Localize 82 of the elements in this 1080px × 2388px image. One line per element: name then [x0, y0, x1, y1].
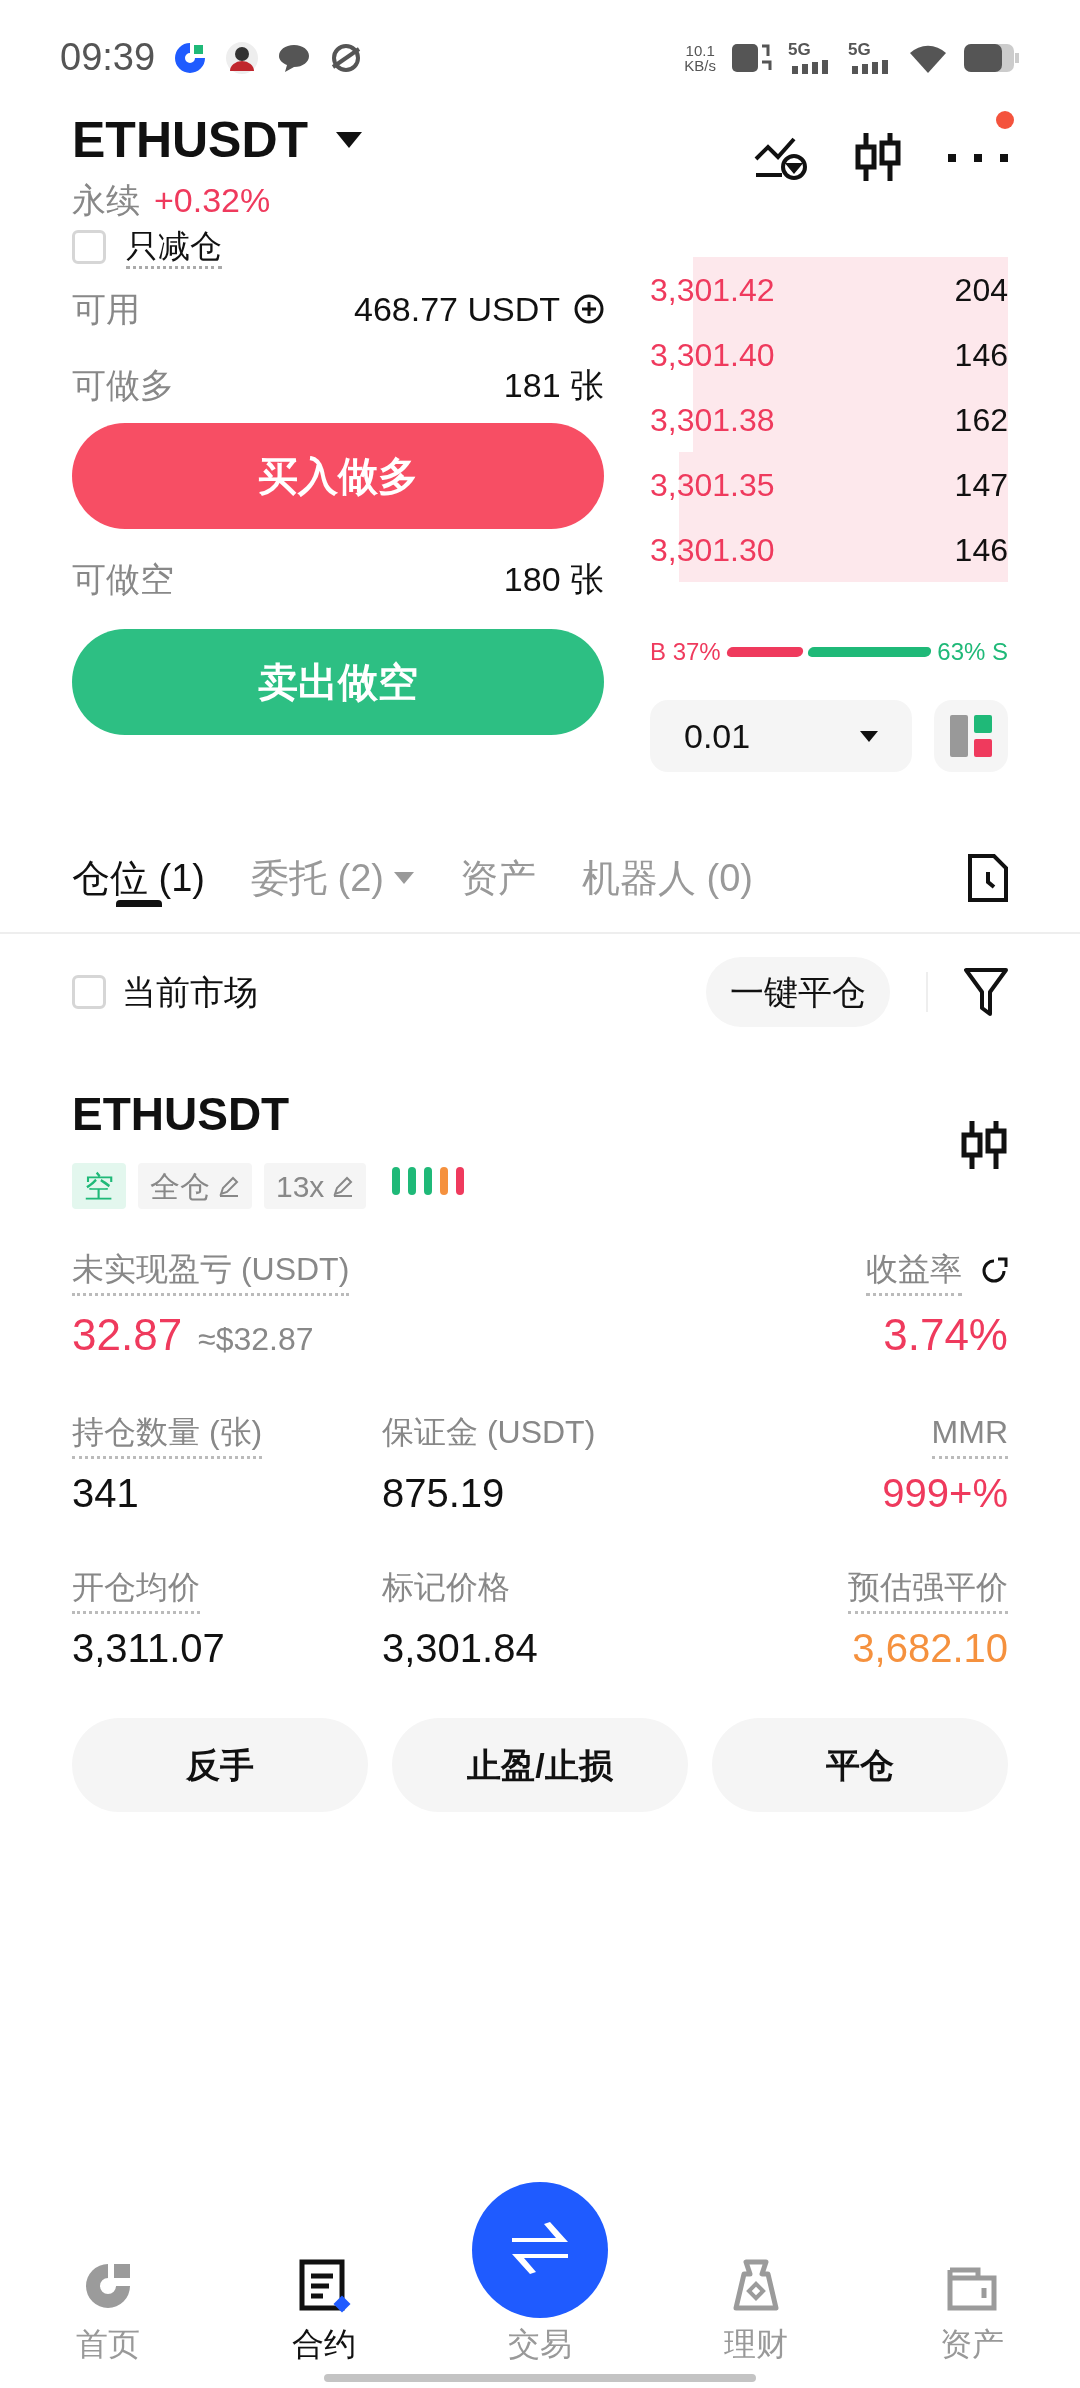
- ask-price[interactable]: 3,301.40: [650, 330, 775, 379]
- symbol-title[interactable]: ETHUSDT: [72, 115, 309, 165]
- ask-price[interactable]: 3,301.30: [650, 525, 775, 574]
- stat-label: MMR: [931, 1408, 1008, 1459]
- pnl-label: 未实现盈亏 (USDT): [72, 1245, 350, 1296]
- stat-value: 999+%: [882, 1470, 1008, 1517]
- network-speed: 10.1: [685, 42, 715, 58]
- stat-label: 预估强平价: [848, 1563, 1008, 1614]
- long-value: 181 张: [503, 364, 604, 406]
- sell-ratio: 63% S: [937, 637, 1008, 667]
- battery-icon: [964, 43, 1020, 72]
- avatar-icon: [225, 40, 260, 75]
- ask-size: 147: [954, 465, 1008, 505]
- available-label: 可用: [72, 288, 140, 330]
- nav-item[interactable]: 资产: [864, 2258, 1080, 2368]
- close-all-button[interactable]: 一键平仓: [706, 957, 890, 1027]
- stat-value: 341: [72, 1470, 139, 1517]
- layout-button[interactable]: [934, 700, 1008, 772]
- reduce-only-checkbox[interactable]: [72, 230, 106, 264]
- current-market-checkbox[interactable]: [72, 975, 106, 1009]
- edit-icon: [332, 1175, 355, 1197]
- tab[interactable]: 机器人 (0): [582, 849, 753, 907]
- pnl-value: 32.87: [72, 1309, 183, 1361]
- ask-size: 162: [954, 400, 1008, 440]
- stat-label: 标记价格: [382, 1568, 510, 1607]
- short-value: 180 张: [503, 558, 604, 600]
- stat-value: 3,311.07: [72, 1625, 225, 1672]
- ask-size: 146: [954, 335, 1008, 375]
- sell-short-button[interactable]: 卖出做空: [72, 629, 604, 735]
- pnl-usd: ≈$32.87: [198, 1320, 314, 1359]
- available-value: 468.77 USDT: [354, 288, 560, 330]
- app-logo-icon: [173, 40, 208, 75]
- precision-dropdown[interactable]: 0.01: [650, 700, 912, 772]
- tab[interactable]: 资产: [460, 849, 536, 907]
- short-label: 可做空: [72, 558, 174, 600]
- history-icon[interactable]: [968, 854, 1008, 902]
- stat-value: 875.19: [382, 1470, 505, 1517]
- stat-value: 3,682.10: [852, 1625, 1008, 1672]
- nav-item[interactable]: 交易: [432, 2182, 648, 2368]
- stat-label: 持仓数量 (张): [72, 1408, 263, 1459]
- price-change: +0.32%: [154, 180, 271, 221]
- contract-type: 永续: [72, 180, 140, 221]
- ask-price[interactable]: 3,301.42: [650, 265, 775, 314]
- ask-price[interactable]: 3,301.35: [650, 460, 775, 509]
- nav-item[interactable]: 合约: [216, 2258, 432, 2368]
- position-action-button[interactable]: 反手: [72, 1718, 368, 1812]
- caret-icon: [860, 730, 878, 742]
- add-icon[interactable]: [574, 294, 604, 324]
- tab-indicator: [115, 899, 162, 907]
- network-type: 5G: [788, 41, 811, 58]
- roe-value: 3.74%: [883, 1309, 1008, 1361]
- side-tag: 空: [72, 1163, 126, 1209]
- tab[interactable]: 仓位 (1): [72, 849, 205, 907]
- nav-item[interactable]: 首页: [0, 2258, 216, 2368]
- clock: 09:39: [60, 35, 156, 80]
- roe-label: 收益率: [866, 1245, 962, 1296]
- reduce-only-label: 只减仓: [126, 225, 222, 269]
- position-action-button[interactable]: 止盈/止损: [392, 1718, 688, 1812]
- filter-icon[interactable]: [964, 968, 1008, 1016]
- ask-price[interactable]: 3,301.38: [650, 395, 775, 444]
- ask-size: 146: [954, 530, 1008, 570]
- stat-label: 开仓均价: [72, 1563, 200, 1614]
- stat-label: 保证金 (USDT): [382, 1413, 596, 1452]
- buy-long-button[interactable]: 买入做多: [72, 423, 604, 529]
- current-market-label: 当前市场: [122, 971, 258, 1013]
- layout-icon: [950, 715, 992, 757]
- margin-mode-tag[interactable]: 全仓: [138, 1163, 252, 1209]
- edit-icon: [218, 1175, 240, 1197]
- buy-ratio: B 37%: [650, 637, 721, 667]
- ask-size: 204: [954, 270, 1008, 310]
- network-type: 5G: [848, 41, 871, 58]
- position-symbol: ETHUSDT: [72, 1087, 291, 1142]
- refresh-icon[interactable]: [980, 1256, 1008, 1285]
- stat-value: 3,301.84: [382, 1625, 538, 1672]
- tab[interactable]: 委托 (2): [251, 849, 414, 907]
- leverage-tag[interactable]: 13x: [264, 1163, 367, 1209]
- speed-unit: KB/s: [684, 57, 716, 73]
- caret-icon: [336, 132, 363, 148]
- long-label: 可做多: [72, 364, 174, 406]
- position-action-button[interactable]: 平仓: [712, 1718, 1008, 1812]
- more-icon[interactable]: [948, 151, 1008, 163]
- nav-item[interactable]: 理财: [648, 2258, 864, 2368]
